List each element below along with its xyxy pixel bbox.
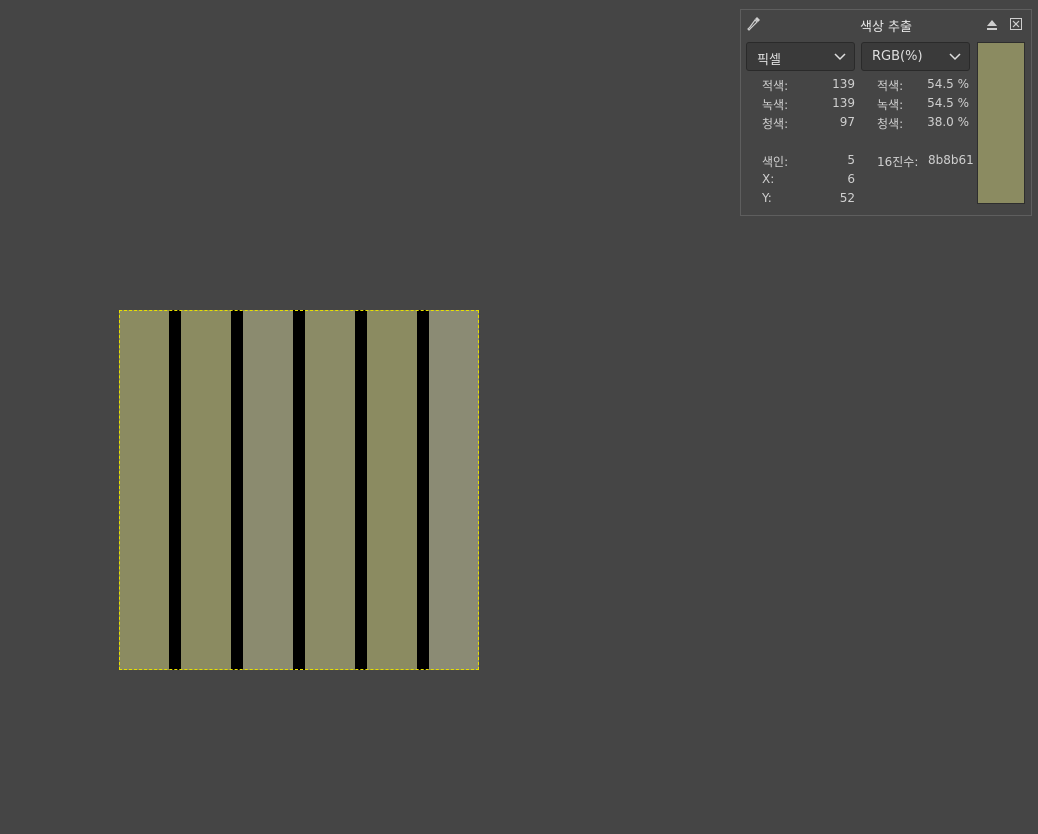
eject-icon[interactable] <box>984 16 1000 32</box>
color-mode-value: RGB(%) <box>872 49 923 64</box>
hex-value: 8b8b61 <box>928 153 974 167</box>
green-label: 녹색: <box>762 98 789 112</box>
sample-mode-dropdown[interactable]: 픽셀 <box>746 42 855 71</box>
image-stripe <box>367 310 417 670</box>
chevron-down-icon <box>834 51 846 61</box>
image-stripe <box>181 310 231 670</box>
image-stripe <box>305 310 355 670</box>
red-percent-label: 적색: <box>877 79 904 93</box>
color-mode-dropdown[interactable]: RGB(%) <box>861 42 970 71</box>
x-label: X: <box>762 172 775 186</box>
dialog-title-bar[interactable]: 색상 추출 <box>741 10 1031 40</box>
x-value: 6 <box>847 172 855 186</box>
green-percent-label: 녹색: <box>877 98 904 112</box>
green-value: 139 <box>832 96 855 110</box>
image-stripe <box>119 310 169 670</box>
close-box-icon[interactable] <box>1008 16 1024 32</box>
index-label: 색인: <box>762 155 789 169</box>
image-stripe <box>429 310 479 670</box>
blue-label: 청색: <box>762 117 789 131</box>
blue-percent-value: 38.0 % <box>927 115 969 129</box>
selection-border <box>119 310 479 670</box>
red-label: 적색: <box>762 79 789 93</box>
image-layer[interactable] <box>119 310 479 670</box>
index-value: 5 <box>847 153 855 167</box>
image-stripe <box>243 310 293 670</box>
chevron-down-icon <box>949 51 961 61</box>
y-label: Y: <box>762 191 772 205</box>
y-value: 52 <box>839 191 855 205</box>
blue-percent-label: 청색: <box>877 117 904 131</box>
blue-value: 97 <box>839 115 855 129</box>
red-value: 139 <box>832 77 855 91</box>
red-percent-value: 54.5 % <box>927 77 969 91</box>
color-picker-dialog: 색상 추출 픽셀 RGB(%) 적색: 139 녹색: 139 청색: 97 적… <box>740 9 1032 216</box>
green-percent-value: 54.5 % <box>927 96 969 110</box>
hex-label: 16진수: <box>877 155 919 169</box>
sample-mode-value: 픽셀 <box>757 53 781 68</box>
color-swatch <box>977 42 1025 204</box>
